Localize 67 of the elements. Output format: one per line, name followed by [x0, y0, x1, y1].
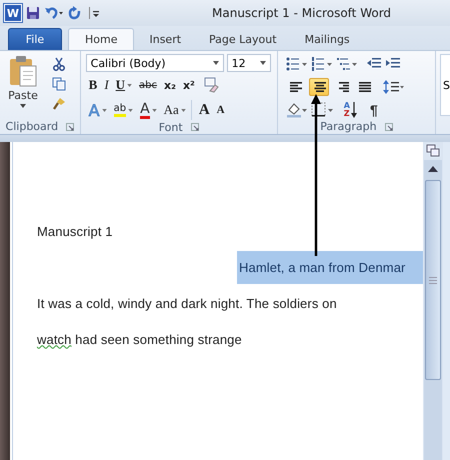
selected-text: Hamlet, a man from Denmar [237, 250, 423, 284]
group-label: Paragraph [320, 120, 377, 133]
undo-icon[interactable] [44, 6, 64, 20]
numbering-icon[interactable] [310, 57, 333, 71]
caret-icon [128, 108, 134, 112]
alignment-icon [312, 81, 326, 93]
superscript-button[interactable]: x² [180, 75, 198, 95]
customize-toolbar-icon[interactable] [88, 6, 100, 20]
dialog-launcher-icon[interactable] [384, 122, 393, 130]
file-tab[interactable]: File [8, 28, 62, 50]
dialog-launcher-icon[interactable] [66, 122, 74, 130]
strikethrough-button[interactable]: abc [136, 75, 160, 95]
shading-icon[interactable] [286, 102, 308, 118]
show-formatting-button[interactable]: ¶ [366, 102, 382, 118]
redo-icon[interactable] [68, 6, 82, 20]
scrollbar[interactable] [424, 160, 442, 460]
paste-button[interactable]: Paste [6, 55, 40, 119]
ribbon-tab[interactable]: Page Layout [196, 28, 290, 50]
ribbon-tab[interactable]: Insert [136, 28, 194, 50]
font-name-field[interactable]: Calibri (Body) [86, 54, 224, 72]
window-title: Manuscript 1 - Microsoft Word [212, 6, 392, 20]
align-center-button[interactable] [308, 78, 329, 96]
grow-font-button[interactable]: A [196, 100, 213, 120]
caret-icon [127, 84, 132, 86]
scroll-up-icon[interactable] [428, 166, 438, 172]
caret-icon [20, 104, 26, 108]
grip-icon [429, 276, 437, 284]
alignment-icon [358, 81, 372, 93]
word-logo-icon: W [4, 4, 22, 22]
caret-icon [152, 108, 157, 112]
format-painter-icon[interactable] [52, 97, 66, 111]
highlight-button[interactable]: ab [110, 100, 136, 120]
group-label: Clipboard [6, 120, 58, 133]
down-arrow-icon [350, 102, 357, 118]
clipboard-icon [8, 55, 38, 87]
change-case-button[interactable]: Aa [160, 100, 192, 120]
copy-icon[interactable] [52, 77, 66, 91]
document-text: watch had seen something strange [37, 332, 242, 346]
eraser-icon[interactable] [202, 77, 219, 93]
font-color-button[interactable]: A [137, 100, 160, 120]
caret-icon [180, 108, 186, 112]
ribbon-tab[interactable]: Home [68, 28, 134, 50]
bullets-icon[interactable] [286, 57, 308, 71]
styles-gallery[interactable]: S [440, 54, 450, 116]
sort-button[interactable]: A Z [344, 102, 357, 118]
subscript-button[interactable]: x₂ [161, 75, 179, 95]
save-icon[interactable] [26, 6, 40, 20]
document-text: Manuscript 1 [37, 224, 113, 238]
scroll-thumb[interactable] [425, 180, 441, 380]
caret-icon[interactable] [260, 61, 266, 65]
caret-icon [102, 108, 107, 112]
italic-button[interactable]: I [101, 75, 112, 95]
dialog-launcher-icon[interactable] [190, 123, 199, 131]
group-label: Font [158, 120, 183, 134]
multilevel-list-icon[interactable] [336, 57, 358, 71]
underline-button[interactable]: U [112, 75, 136, 95]
bold-button[interactable]: B [86, 75, 100, 95]
alignment-icon [288, 81, 303, 93]
cut-icon[interactable] [52, 57, 66, 71]
font-size-field[interactable]: 12 [226, 54, 271, 72]
ruler-icon[interactable] [426, 144, 440, 158]
document-text: It was a cold, windy and dark night. The soldiers on [37, 296, 337, 310]
borders-icon[interactable] [310, 102, 335, 118]
ribbon-tab[interactable]: Mailings [292, 28, 363, 50]
line-spacing-icon[interactable] [382, 80, 405, 94]
shrink-font-button[interactable]: A [214, 100, 228, 120]
caret-icon[interactable] [212, 61, 219, 65]
